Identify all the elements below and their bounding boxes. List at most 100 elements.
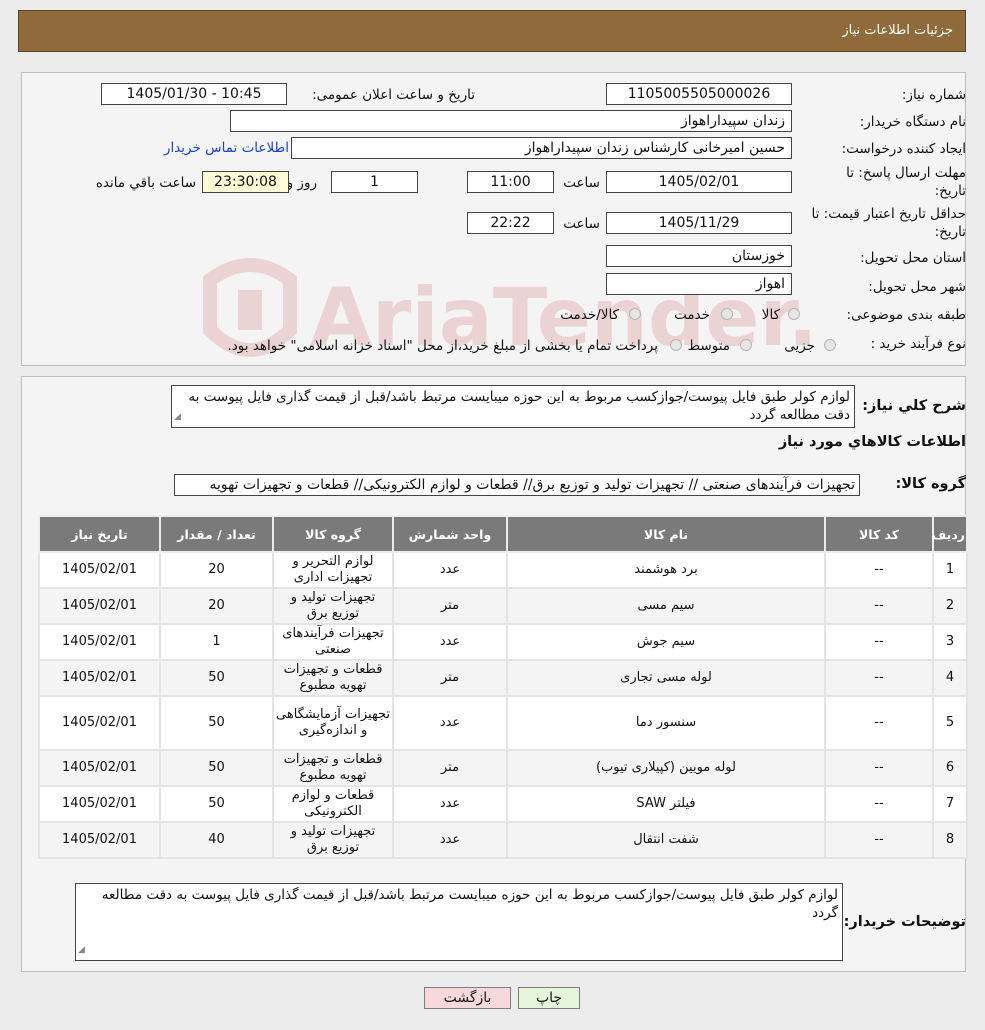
announce-label: تاریخ و ساعت اعلان عمومی: bbox=[312, 87, 475, 103]
cell-row-number: 4 bbox=[932, 659, 968, 697]
deadline-label-date: تاریخ: bbox=[934, 183, 966, 199]
cell-need-date: 1405/02/01 bbox=[38, 785, 161, 823]
resize-grip-icon[interactable]: ◢ bbox=[78, 941, 85, 959]
cell-unit: عدد bbox=[392, 551, 508, 589]
process-radio-treasury[interactable] bbox=[670, 339, 682, 351]
validity-time-field: 22:22 bbox=[467, 212, 554, 234]
cell-quantity: 50 bbox=[159, 695, 274, 751]
buyer-org-field: زندان سپیداراهواز bbox=[230, 110, 792, 132]
cell-need-date: 1405/02/01 bbox=[38, 551, 161, 589]
buyer-contact-link[interactable]: اطلاعات تماس خریدار bbox=[164, 140, 289, 156]
need-number-field: 1105005505000026 bbox=[606, 83, 792, 105]
cell-quantity: 50 bbox=[159, 659, 274, 697]
buyer-notes-textarea[interactable]: لوازم کولر طبق فایل پیوست/جوازکسب مربوط … bbox=[75, 883, 843, 961]
process-radio-minor[interactable] bbox=[824, 339, 836, 351]
cell-row-number: 8 bbox=[932, 821, 968, 859]
process-label: نوع فرآیند خرید : bbox=[870, 336, 966, 352]
cell-unit: عدد bbox=[392, 623, 508, 661]
category-radio-goods-service[interactable] bbox=[629, 308, 641, 320]
cell-unit: متر bbox=[392, 749, 508, 787]
cell-need-date: 1405/02/01 bbox=[38, 749, 161, 787]
remaining-time-field: 23:30:08 bbox=[202, 171, 289, 193]
cell-quantity: 50 bbox=[159, 785, 274, 823]
category-option-goods-service: کالا/خدمت bbox=[560, 307, 619, 323]
table-row: 8 -- شفت انتقال عدد تجهیزات تولید و توزی… bbox=[38, 821, 968, 859]
cell-need-date: 1405/02/01 bbox=[38, 695, 161, 751]
validity-label-date: تاریخ: bbox=[934, 224, 966, 240]
description-text: لوازم کولر طبق فایل پیوست/جوازکسب مربوط … bbox=[188, 389, 850, 423]
category-radio-service[interactable] bbox=[721, 308, 733, 320]
cell-item-code: -- bbox=[824, 551, 934, 589]
cell-quantity: 40 bbox=[159, 821, 274, 859]
cell-item-name: سیم مسی bbox=[506, 587, 826, 625]
announce-datetime-field: 1405/01/30 - 10:45 bbox=[101, 83, 287, 105]
process-note: پرداخت تمام یا بخشی از مبلغ خرید،از محل … bbox=[227, 338, 658, 354]
description-textarea[interactable]: لوازم کولر طبق فایل پیوست/جوازکسب مربوط … bbox=[171, 385, 855, 428]
cell-need-date: 1405/02/01 bbox=[38, 659, 161, 697]
cell-item-name: سنسور دما bbox=[506, 695, 826, 751]
table-row: 4 -- لوله مسی تجاری متر قطعات و تجهیزات … bbox=[38, 659, 968, 697]
cell-item-name: لوله مویین (کپیلاری تیوب) bbox=[506, 749, 826, 787]
cell-row-number: 5 bbox=[932, 695, 968, 751]
cell-group: تجهیزات تولید و توزیع برق bbox=[272, 821, 394, 859]
print-button[interactable]: چاپ bbox=[518, 987, 580, 1009]
aria-tender-watermark: AriaTender.neT bbox=[203, 258, 810, 364]
goods-table: رديف کد کالا نام کالا واحد شمارش گروه کا… bbox=[38, 515, 968, 859]
cell-unit: متر bbox=[392, 587, 508, 625]
buyer-notes-text: لوازم کولر طبق فایل پیوست/جوازکسب مربوط … bbox=[101, 887, 838, 921]
deadline-time-label: ساعت bbox=[563, 175, 600, 191]
cell-item-code: -- bbox=[824, 749, 934, 787]
cell-row-number: 2 bbox=[932, 587, 968, 625]
col-item-name: نام کالا bbox=[506, 515, 826, 553]
table-row: 2 -- سیم مسی متر تجهیزات تولید و توزیع ب… bbox=[38, 587, 968, 625]
goods-section-title: اطلاعات کالاهاي مورد نياز bbox=[778, 434, 966, 450]
description-label: شرح کلي نیاز: bbox=[862, 398, 966, 414]
province-label: استان محل تحویل: bbox=[860, 250, 966, 266]
process-radio-medium[interactable] bbox=[740, 339, 752, 351]
deadline-label: مهلت ارسال پاسخ: تا bbox=[846, 165, 966, 181]
table-row: 1 -- برد هوشمند عدد لوازم التحریر و تجهی… bbox=[38, 551, 968, 589]
need-number-label: شماره نیاز: bbox=[901, 87, 966, 103]
cell-row-number: 6 bbox=[932, 749, 968, 787]
col-group: گروه کالا bbox=[272, 515, 394, 553]
col-unit: واحد شمارش bbox=[392, 515, 508, 553]
city-field: اهواز bbox=[606, 273, 792, 295]
resize-grip-icon[interactable]: ◢ bbox=[174, 408, 181, 426]
remaining-label: ساعت باقي مانده bbox=[95, 175, 196, 191]
cell-row-number: 7 bbox=[932, 785, 968, 823]
cell-group: قطعات و تجهیزات تهویه مطبوع bbox=[272, 659, 394, 697]
cell-need-date: 1405/02/01 bbox=[38, 821, 161, 859]
cell-item-code: -- bbox=[824, 821, 934, 859]
cell-unit: متر bbox=[392, 659, 508, 697]
cell-quantity: 20 bbox=[159, 587, 274, 625]
cell-row-number: 1 bbox=[932, 551, 968, 589]
requester-label: ایجاد کننده درخواست: bbox=[841, 141, 966, 157]
validity-time-label: ساعت bbox=[563, 216, 600, 232]
cell-quantity: 1 bbox=[159, 623, 274, 661]
goods-table-header: رديف کد کالا نام کالا واحد شمارش گروه کا… bbox=[38, 515, 968, 553]
page-header: جزئیات اطلاعات نیاز bbox=[18, 10, 966, 52]
category-radio-goods[interactable] bbox=[788, 308, 800, 320]
table-row: 5 -- سنسور دما عدد تجهیزات آزمایشگاهی و … bbox=[38, 695, 968, 751]
cell-group: قطعات و تجهیزات تهویه مطبوع bbox=[272, 749, 394, 787]
page-title: جزئیات اطلاعات نیاز bbox=[842, 23, 953, 38]
province-field: خوزستان bbox=[606, 245, 792, 267]
cell-item-name: فیلتر SAW bbox=[506, 785, 826, 823]
deadline-time-field: 11:00 bbox=[467, 171, 554, 193]
process-option-minor: جزیی bbox=[784, 338, 815, 354]
days-label: روز و bbox=[286, 175, 317, 191]
cell-item-code: -- bbox=[824, 785, 934, 823]
col-row-number: رديف bbox=[932, 515, 968, 553]
cell-item-code: -- bbox=[824, 623, 934, 661]
back-button[interactable]: بازگشت bbox=[424, 987, 511, 1009]
validity-label: حداقل تاریخ اعتبار قیمت: تا bbox=[811, 206, 966, 222]
cell-quantity: 50 bbox=[159, 749, 274, 787]
category-option-service: خدمت bbox=[674, 307, 710, 323]
cell-group: تجهیزات تولید و توزیع برق bbox=[272, 587, 394, 625]
category-label: طبقه بندی موضوعی: bbox=[846, 307, 966, 323]
cell-unit: عدد bbox=[392, 821, 508, 859]
cell-quantity: 20 bbox=[159, 551, 274, 589]
table-row: 3 -- سیم جوش عدد تجهیزات فرآیندهای صنعتی… bbox=[38, 623, 968, 661]
cell-group: لوازم التحریر و تجهیزات اداری bbox=[272, 551, 394, 589]
cell-unit: عدد bbox=[392, 785, 508, 823]
